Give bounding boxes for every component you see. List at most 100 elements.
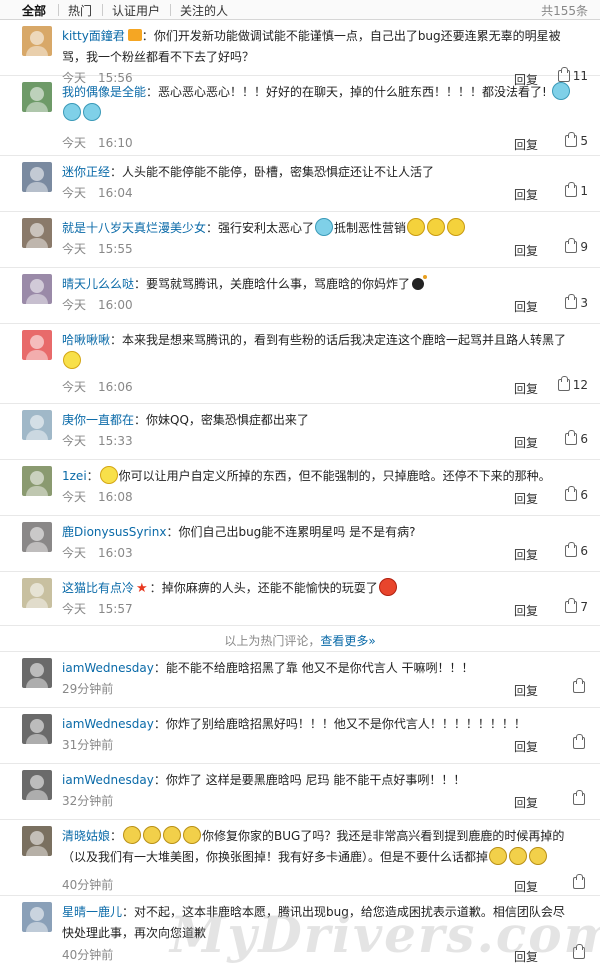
comment-content: kitty面鐘君 ：你们开发新功能做调试能不能谨慎一点，自己出了bug还要连累无辜… bbox=[62, 29, 561, 64]
comment-item: 星晴一鹿儿：对不起，这本非鹿晗本愿，腾讯出现bug，给您造成困扰表示道歉。相信团… bbox=[0, 896, 600, 966]
like-button[interactable] bbox=[573, 874, 588, 890]
comment-item: kitty面鐘君 ：你们开发新功能做调试能不能谨慎一点，自己出了bug还要连累无辜… bbox=[0, 20, 600, 87]
hot-comments-divider: 以上为热门评论，查看更多» bbox=[0, 626, 600, 652]
avatar[interactable] bbox=[22, 162, 52, 192]
comment-time: 今天 16:03 bbox=[62, 546, 133, 560]
reply-button[interactable]: 回复 bbox=[514, 546, 538, 563]
avatar[interactable] bbox=[22, 466, 52, 496]
crying-emoji-icon bbox=[509, 847, 528, 865]
reply-button[interactable]: 回复 bbox=[514, 186, 538, 203]
like-button[interactable]: 6 bbox=[565, 542, 588, 558]
thumbs-up-icon bbox=[573, 874, 585, 889]
comment-text: 你妹QQ，密集恐惧症都出来了 bbox=[146, 413, 309, 427]
comment-time: 今天 16:06 bbox=[62, 380, 133, 394]
commenter-name[interactable]: 哈啾啾啾 bbox=[62, 333, 110, 347]
like-button[interactable]: 6 bbox=[565, 430, 588, 446]
avatar[interactable] bbox=[22, 218, 52, 248]
like-button[interactable]: 12 bbox=[557, 376, 588, 392]
like-count: 3 bbox=[580, 296, 588, 310]
thumbs-up-icon bbox=[565, 132, 578, 147]
like-button[interactable]: 3 bbox=[565, 294, 588, 310]
comment-content: 这猫比有点冷 ★ ：掉你麻痹的人头，还能不能愉快的玩耍了 bbox=[62, 578, 572, 599]
commenter-name[interactable]: 这猫比有点冷 bbox=[62, 581, 134, 595]
avatar[interactable] bbox=[22, 330, 52, 360]
like-button[interactable] bbox=[573, 944, 588, 960]
avatar[interactable] bbox=[22, 902, 52, 932]
commenter-name[interactable]: 迷你正经 bbox=[62, 165, 110, 179]
avatar[interactable] bbox=[22, 274, 52, 304]
avatar[interactable] bbox=[22, 658, 52, 688]
crying-emoji-icon bbox=[143, 826, 162, 844]
commenter-name[interactable]: 鹿DionysusSyrinx bbox=[62, 525, 166, 539]
crying-emoji-icon bbox=[183, 826, 202, 844]
commenter-name[interactable]: 庚你一直都在 bbox=[62, 413, 134, 427]
tab-hot[interactable]: 热门 bbox=[68, 2, 92, 19]
comment-content: 迷你正经：人头能不能停能不能停，卧槽，密集恐惧症还让不让人活了 bbox=[62, 165, 435, 179]
avatar[interactable] bbox=[22, 410, 52, 440]
reply-button[interactable]: 回复 bbox=[514, 738, 538, 755]
reply-button[interactable]: 回复 bbox=[514, 136, 538, 153]
comment-text: 强行安利太恶心了 bbox=[218, 221, 315, 235]
grin-emoji-icon bbox=[407, 218, 426, 236]
comment-item: 迷你正经：人头能不能停能不能停，卧槽，密集恐惧症还让不让人活了 今天 16:04… bbox=[0, 156, 600, 212]
commenter-name[interactable]: 1zei bbox=[62, 469, 87, 483]
like-button[interactable]: 7 bbox=[565, 598, 588, 614]
like-button[interactable]: 9 bbox=[565, 238, 588, 254]
reply-button[interactable]: 回复 bbox=[514, 794, 538, 811]
reply-button[interactable]: 回复 bbox=[514, 380, 538, 397]
avatar[interactable] bbox=[22, 578, 52, 608]
sweat-emoji-icon bbox=[315, 218, 334, 236]
avatar[interactable] bbox=[22, 522, 52, 552]
comment-item: 清晓姑娘： 你修复你家的BUG了吗？我还是非常高兴看到提到鹿鹿的时候再掉的（以及我… bbox=[0, 820, 600, 896]
reply-button[interactable]: 回复 bbox=[514, 490, 538, 507]
comment-time: 32分钟前 bbox=[62, 794, 114, 808]
commenter-name[interactable]: iamWednesday bbox=[62, 717, 154, 731]
tab-verified[interactable]: 认证用户 bbox=[112, 2, 160, 19]
grin-emoji-icon bbox=[447, 218, 466, 236]
like-button[interactable] bbox=[573, 734, 588, 750]
comment-text: 能不能不给鹿晗招黑了靠 他又不是你代言人 干嘛咧！！！ bbox=[165, 661, 474, 675]
avatar[interactable] bbox=[22, 26, 52, 56]
comment-time: 今天 16:00 bbox=[62, 298, 133, 312]
reply-button[interactable]: 回复 bbox=[514, 878, 538, 895]
comment-text: 恶心恶心恶心！！！好好的在聊天，掉的什么脏东西！！！！都没法看了! bbox=[158, 85, 547, 99]
commenter-name[interactable]: 就是十八岁天真烂漫美少女 bbox=[62, 221, 206, 235]
commenter-name[interactable]: kitty面鐘君 bbox=[62, 29, 125, 43]
commenter-name[interactable]: 我的偶像是全能 bbox=[62, 85, 146, 99]
tab-all[interactable]: 全部 bbox=[22, 2, 46, 19]
like-button[interactable]: 5 bbox=[565, 132, 588, 148]
avatar[interactable] bbox=[22, 82, 52, 112]
commenter-name[interactable]: 星晴一鹿儿 bbox=[62, 905, 122, 919]
like-count: 1 bbox=[580, 184, 588, 198]
comment-content: 晴天儿么么哒：要骂就骂腾讯，关鹿晗什么事，骂鹿晗的你妈炸了 bbox=[62, 274, 572, 295]
commenter-name[interactable]: iamWednesday bbox=[62, 773, 154, 787]
view-more-link[interactable]: 查看更多» bbox=[320, 634, 375, 648]
like-count: 5 bbox=[580, 134, 588, 148]
reply-button[interactable]: 回复 bbox=[514, 298, 538, 315]
comment-time: 31分钟前 bbox=[62, 738, 114, 752]
commenter-name[interactable]: 晴天儿么么哒 bbox=[62, 277, 134, 291]
avatar[interactable] bbox=[22, 770, 52, 800]
thumbs-up-icon bbox=[573, 790, 585, 805]
bomb-icon bbox=[412, 275, 428, 290]
reply-button[interactable]: 回复 bbox=[514, 242, 538, 259]
comment-text: 要骂就骂腾讯，关鹿晗什么事，骂鹿晗的你妈炸了 bbox=[146, 277, 411, 291]
commenter-name[interactable]: 清晓姑娘 bbox=[62, 829, 110, 843]
like-button[interactable] bbox=[573, 678, 588, 694]
reply-button[interactable]: 回复 bbox=[514, 948, 538, 965]
reply-button[interactable]: 回复 bbox=[514, 602, 538, 619]
like-button[interactable]: 1 bbox=[565, 182, 588, 198]
like-button[interactable]: 6 bbox=[565, 486, 588, 502]
reply-button[interactable]: 回复 bbox=[514, 682, 538, 699]
smile-emoji-icon bbox=[99, 466, 118, 484]
avatar[interactable] bbox=[22, 714, 52, 744]
comment-text: 掉你麻痹的人头，还能不能愉快的玩耍了 bbox=[161, 581, 378, 595]
tab-following[interactable]: 关注的人 bbox=[180, 2, 228, 19]
reply-button[interactable]: 回复 bbox=[514, 434, 538, 451]
like-button[interactable] bbox=[573, 790, 588, 806]
comment-item: 1zei： 你可以让用户自定义所掉的东西，但不能强制的，只掉鹿晗。还停不下来的那种… bbox=[0, 460, 600, 516]
avatar[interactable] bbox=[22, 826, 52, 856]
commenter-name[interactable]: iamWednesday bbox=[62, 661, 154, 675]
divider-text: 以上为热门评论， bbox=[224, 634, 321, 648]
comment-item: 哈啾啾啾：本来我是想来骂腾讯的，看到有些粉的话后我决定连这个鹿晗一起骂并且路人转… bbox=[0, 324, 600, 404]
